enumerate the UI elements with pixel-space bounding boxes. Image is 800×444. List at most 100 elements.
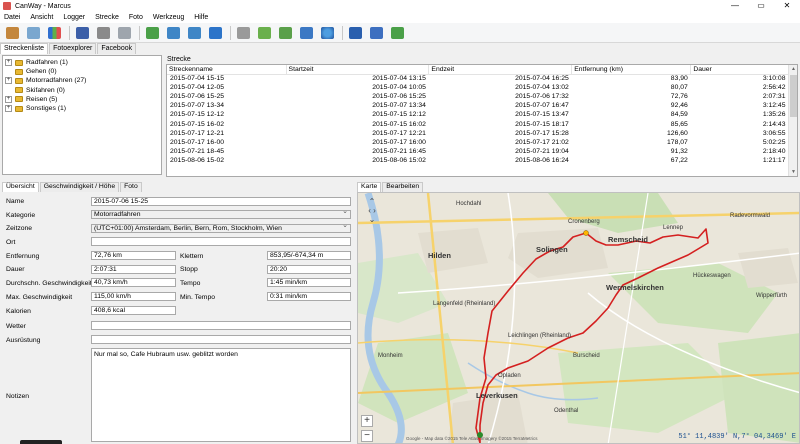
add-route-icon[interactable] xyxy=(143,25,161,41)
tab-streckenliste[interactable]: Streckenliste xyxy=(0,43,49,54)
maxgeschw-field[interactable]: 115,00 km/h xyxy=(91,292,176,301)
sync-icon[interactable] xyxy=(297,25,315,41)
wetter-field[interactable] xyxy=(91,321,351,330)
tab-foto[interactable]: Foto xyxy=(120,182,142,192)
col-header-endzeit[interactable]: Endzeit xyxy=(428,65,573,75)
scroll-down-icon[interactable]: ▼ xyxy=(789,168,797,176)
table-row[interactable]: 2015-07-17 16-00 2015-07-17 16:00 2015-07-… xyxy=(167,138,789,147)
google-earth-icon[interactable] xyxy=(318,25,336,41)
table-cell: 2015-07-21 16:45 xyxy=(372,147,426,155)
close-button[interactable]: ✕ xyxy=(774,0,800,12)
tools-icon[interactable] xyxy=(234,25,252,41)
zoom-out-button[interactable]: − xyxy=(361,430,373,442)
help-icon[interactable] xyxy=(367,25,385,41)
table-cell: 2015-07-17 16-00 xyxy=(170,138,225,146)
tree-item-radfahren[interactable]: + Radfahren (1) xyxy=(5,58,161,67)
kalorien-label: Kalorien xyxy=(6,308,31,315)
durchschnitt-label: Durchschn. Geschwindigkeit xyxy=(6,280,92,287)
table-cell: 2015-07-15 18:17 xyxy=(515,120,569,128)
menu-strecke[interactable]: Strecke xyxy=(95,14,119,21)
gpx-icon[interactable] xyxy=(255,25,273,41)
pan-left-right-icon[interactable]: ‹ › xyxy=(363,206,381,215)
delete-icon[interactable] xyxy=(115,25,133,41)
tab-fotoexplorer[interactable]: Fotoexplorer xyxy=(49,43,97,54)
table-cell: 2015-07-04 15-15 xyxy=(170,75,225,83)
ausruestung-field[interactable] xyxy=(91,335,351,344)
tempo-field[interactable]: 1:45 min/km xyxy=(267,278,351,287)
tab-uebersicht[interactable]: Übersicht xyxy=(2,182,39,192)
col-header-streckenname[interactable]: Streckenname xyxy=(167,65,287,75)
rotate-90-icon[interactable] xyxy=(206,25,224,41)
tab-facebook[interactable]: Facebook xyxy=(97,43,137,54)
expand-icon[interactable]: + xyxy=(5,95,12,103)
name-field[interactable]: 2015-07-06 15-25 xyxy=(91,197,351,206)
table-cell: 92,46 xyxy=(670,102,688,110)
map-pan-control[interactable]: ⌃ ‹ › ⌄ xyxy=(363,197,381,237)
col-header-entfernung[interactable]: Entfernung (km) xyxy=(571,65,692,75)
zoom-in-button[interactable]: + xyxy=(361,415,373,427)
menu-hilfe[interactable]: Hilfe xyxy=(194,14,208,21)
export-icon[interactable] xyxy=(185,25,203,41)
table-cell: 2015-08-06 15-02 xyxy=(170,156,225,164)
table-row[interactable]: 2015-07-04 12-05 2015-07-04 10:05 2015-07-… xyxy=(167,83,789,92)
minimize-button[interactable]: — xyxy=(722,0,748,12)
menu-ansicht[interactable]: Ansicht xyxy=(30,14,53,21)
gpx-export-icon[interactable] xyxy=(276,25,294,41)
stopp-field[interactable]: 20:20 xyxy=(267,265,351,274)
expand-icon[interactable]: + xyxy=(5,77,12,85)
klettern-field[interactable]: 853,95/-674,34 m xyxy=(267,251,351,260)
table-row[interactable]: 2015-07-06 15-25 2015-07-06 15:25 2015-07-… xyxy=(167,92,789,101)
tab-karte[interactable]: Karte xyxy=(357,182,382,192)
expand-icon[interactable]: + xyxy=(5,105,12,113)
import-icon[interactable] xyxy=(164,25,182,41)
ort-field[interactable] xyxy=(91,237,351,246)
edit-route-icon[interactable] xyxy=(24,25,42,41)
table-row[interactable]: 2015-08-06 15-02 2015-08-06 15:02 2015-08-… xyxy=(167,156,789,165)
book-icon[interactable] xyxy=(346,25,364,41)
tree-item-skifahren[interactable]: Skifahren (0) xyxy=(5,86,161,95)
tree-item-gehen[interactable]: Gehen (0) xyxy=(5,67,161,76)
map-view[interactable]: Hochdahl Hilden Solingen Remscheid Crone… xyxy=(357,192,800,444)
open-icon[interactable] xyxy=(3,25,21,41)
chart-icon[interactable] xyxy=(45,25,63,41)
tree-item-reisen[interactable]: + Reisen (5) xyxy=(5,95,161,104)
tab-bearbeiten[interactable]: Bearbeiten xyxy=(382,182,424,192)
notizen-field[interactable]: Nur mal so, Cafe Hubraum usw. geblitzt w… xyxy=(91,348,351,442)
menu-foto[interactable]: Foto xyxy=(129,14,143,21)
menu-logger[interactable]: Logger xyxy=(63,14,85,21)
kategorie-select[interactable]: Motorradfahren xyxy=(91,210,351,219)
exit-icon[interactable] xyxy=(388,25,406,41)
col-header-dauer[interactable]: Dauer xyxy=(690,65,789,75)
tree-item-motorradfahren[interactable]: + Motorradfahren (27) xyxy=(5,76,161,85)
menu-werkzeug[interactable]: Werkzeug xyxy=(153,14,184,21)
dauer-field[interactable]: 2:07:31 xyxy=(91,265,176,274)
maximize-button[interactable]: ▭ xyxy=(748,0,774,12)
menu-datei[interactable]: Datei xyxy=(4,14,20,21)
print-icon[interactable] xyxy=(94,25,112,41)
pan-down-icon[interactable]: ⌄ xyxy=(363,215,381,224)
col-header-startzeit[interactable]: Startzeit xyxy=(286,65,430,75)
zeitzone-select[interactable]: (UTC+01:00) Amsterdam, Berlin, Bern, Rom… xyxy=(91,224,351,233)
durchschnitt-field[interactable]: 40,73 km/h xyxy=(91,278,176,287)
table-row[interactable]: 2015-07-21 18-45 2015-07-21 16:45 2015-07-… xyxy=(167,147,789,156)
kalorien-field[interactable]: 408,6 kcal xyxy=(91,306,176,315)
entfernung-field[interactable]: 72,76 km xyxy=(91,251,176,260)
folder-icon xyxy=(15,68,23,75)
routes-scrollbar[interactable]: ▲ ▼ xyxy=(788,65,797,176)
table-row[interactable]: 2015-07-15 12-12 2015-07-15 12:12 2015-07-… xyxy=(167,110,789,119)
tab-geschwindigkeit-hoehe[interactable]: Geschwindigkeit / Höhe xyxy=(39,182,120,192)
pan-up-icon[interactable]: ⌃ xyxy=(363,197,381,206)
save-icon[interactable] xyxy=(73,25,91,41)
map-label-radevormwald: Radevormwald xyxy=(730,213,771,219)
table-row[interactable]: 2015-07-07 13-34 2015-07-07 13:34 2015-07-… xyxy=(167,101,789,110)
mintempo-field[interactable]: 0:31 min/km xyxy=(267,292,351,301)
scroll-up-icon[interactable]: ▲ xyxy=(789,65,797,73)
expand-icon[interactable]: + xyxy=(5,59,12,67)
tree-item-sonstiges[interactable]: + Sonstiges (1) xyxy=(5,104,161,113)
scroll-thumb[interactable] xyxy=(790,75,797,117)
table-row[interactable]: 2015-07-15 16-02 2015-07-15 16:02 2015-07-… xyxy=(167,119,789,128)
stopp-label: Stopp xyxy=(180,266,198,273)
app-icon xyxy=(3,2,11,10)
table-row[interactable]: 2015-07-17 12-21 2015-07-17 12:21 2015-07-… xyxy=(167,129,789,138)
table-row[interactable]: 2015-07-04 15-15 2015-07-04 13:15 2015-07-… xyxy=(167,74,789,83)
